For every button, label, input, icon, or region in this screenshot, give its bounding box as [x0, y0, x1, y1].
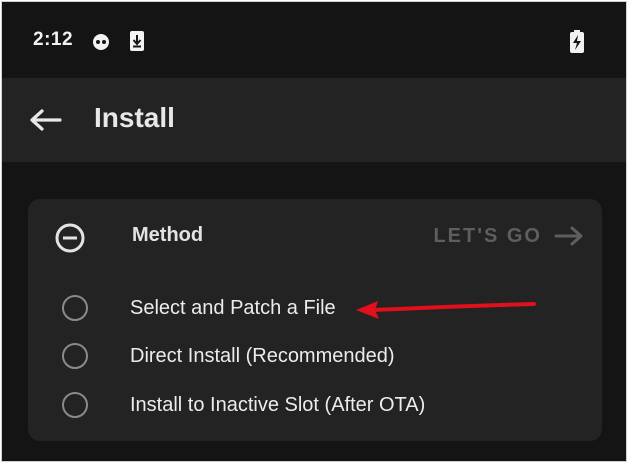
phone-screen: 2:12 Install Method LET'S GO Select and …: [1, 1, 627, 462]
app-bar: Install: [2, 78, 626, 162]
option-install-inactive-slot[interactable]: Install to Inactive Slot (After OTA): [62, 385, 582, 425]
status-time: 2:12: [33, 29, 74, 50]
lets-go-label: LET'S GO: [433, 224, 542, 247]
method-card-header[interactable]: Method LET'S GO: [28, 199, 602, 273]
lets-go-button[interactable]: LET'S GO: [433, 221, 584, 251]
arrow-left-icon[interactable]: [28, 106, 64, 134]
minus-circle-icon[interactable]: [54, 222, 86, 254]
option-label: Direct Install (Recommended): [130, 344, 395, 367]
page-title: Install: [94, 102, 175, 133]
status-bar: 2:12: [2, 2, 626, 78]
arrow-right-icon: [554, 226, 583, 246]
radio-button[interactable]: [62, 392, 88, 418]
option-label: Select and Patch a File: [130, 296, 336, 319]
radio-button[interactable]: [62, 295, 88, 321]
method-label: Method: [132, 224, 204, 246]
option-label: Install to Inactive Slot (After OTA): [130, 393, 426, 416]
annotation-arrow: [356, 301, 536, 319]
battery-charging-icon: [570, 30, 584, 53]
option-direct-install[interactable]: Direct Install (Recommended): [62, 336, 582, 376]
radio-button[interactable]: [62, 343, 88, 369]
app-face-icon: [93, 34, 109, 50]
download-icon: [130, 31, 144, 51]
